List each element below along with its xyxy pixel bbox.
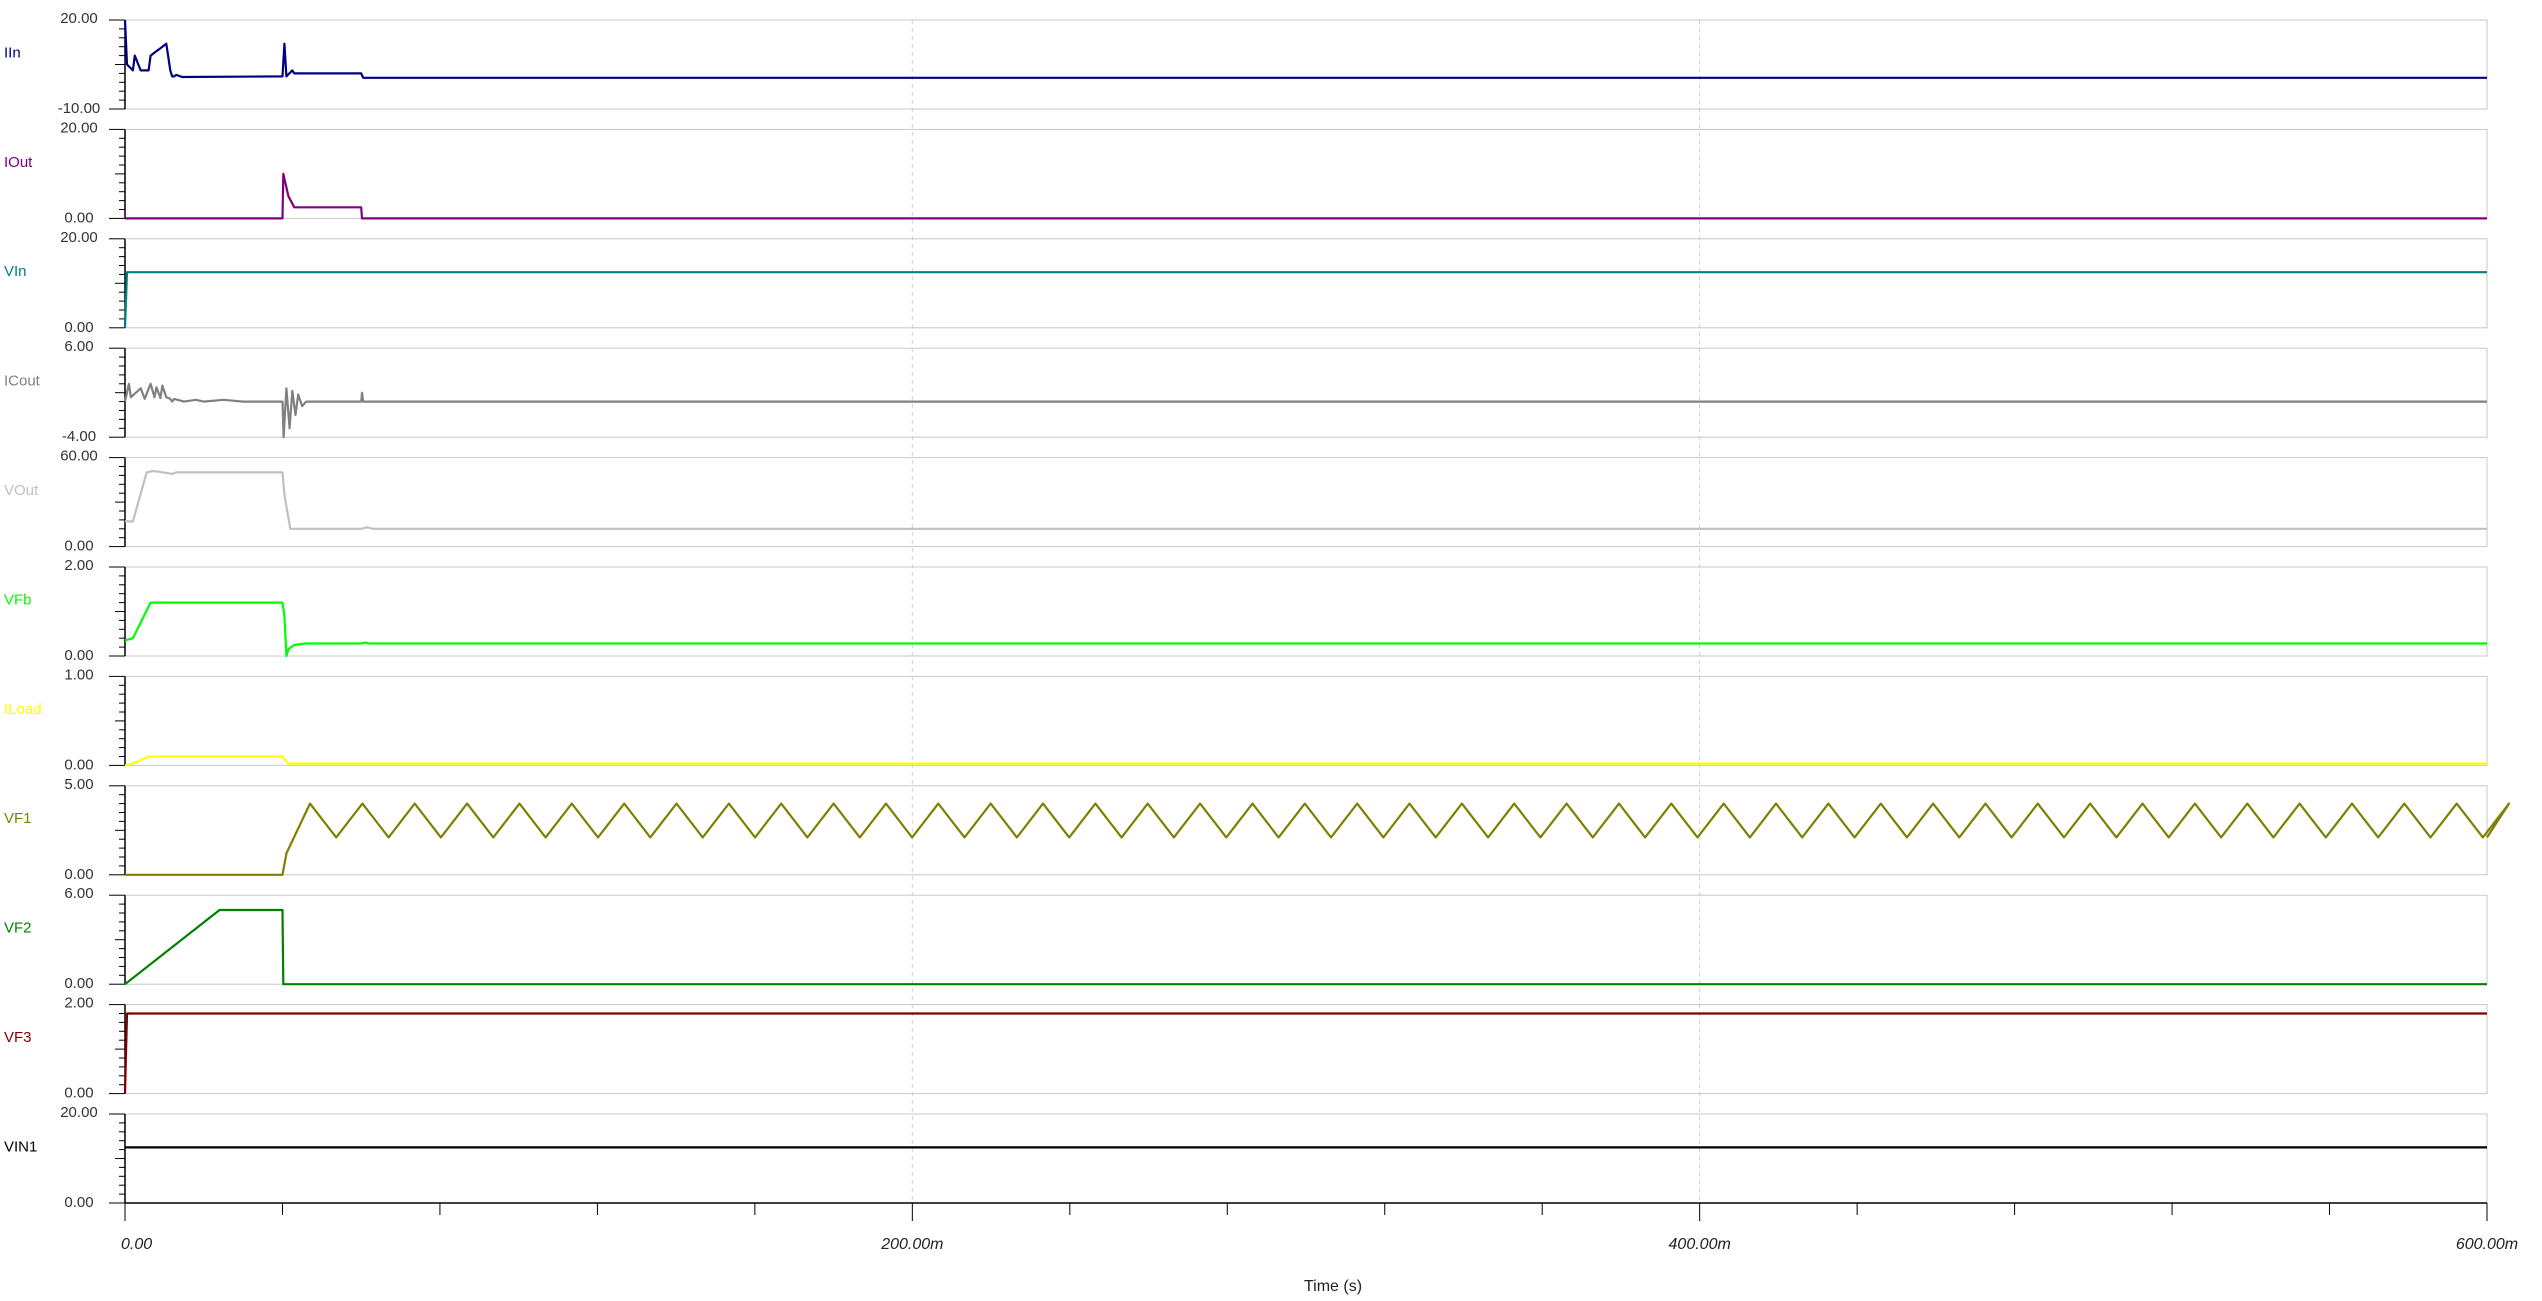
- y-tick-label-min: -10.00: [58, 100, 101, 117]
- panel-frame: [124, 1004, 2488, 1095]
- y-tick-label-min: 0.00: [64, 866, 93, 883]
- panel-vf2: 6.00 0.00 VF2: [4, 885, 2488, 992]
- series-line-vfb: [124, 601, 2487, 658]
- y-tick-label-min: 0.00: [64, 538, 93, 555]
- panel-vout: 60.00 0.00 VOut: [4, 448, 2488, 555]
- y-tick-label-min: 0.00: [64, 209, 93, 226]
- y-tick-label-max: 2.00: [64, 557, 93, 574]
- y-tick-label-min: 0.00: [64, 1085, 93, 1102]
- y-tick-label-min: 0.00: [64, 1194, 93, 1211]
- series-line-vout: [125, 469, 2487, 530]
- panel-iin: 20.00 -10.00 IIn: [4, 10, 2488, 117]
- panel-vf3: 2.00 0.00 VF3: [4, 995, 2488, 1102]
- x-tick-label: 600.00m: [2456, 1236, 2518, 1253]
- series-name-vout: VOut: [4, 482, 39, 499]
- x-tick-label: 400.00m: [1669, 1236, 1731, 1253]
- series-line-vf2: [124, 908, 2487, 986]
- series-name-icout: ICout: [4, 373, 41, 390]
- series-line-vf1: [125, 802, 2511, 876]
- y-tick-label-max: 6.00: [64, 885, 93, 902]
- series-line-iload: [124, 755, 2487, 767]
- x-axis-label: Time (s): [1304, 1278, 1362, 1295]
- series-name-vin: VIn: [4, 263, 27, 280]
- x-tick-label: 0.00: [121, 1236, 152, 1253]
- series-name-vf2: VF2: [4, 920, 32, 937]
- series-line-icout: [123, 382, 2487, 439]
- panel-icout: 6.00 -4.00 ICout: [4, 338, 2488, 445]
- panel-frame: [124, 675, 2488, 766]
- panel-frame: [124, 238, 2488, 329]
- transient-waveform-plot: 20.00 -10.00 IIn 20.00 0.00 IOut 20.00 0.00 VIn 6…: [4, 10, 2518, 1295]
- series-name-vin1: VIN1: [4, 1138, 37, 1155]
- y-tick-label-min: 0.00: [64, 975, 93, 992]
- y-tick-label-max: 1.00: [64, 666, 93, 683]
- panel-frame: [124, 19, 2488, 110]
- series-name-vfb: VFb: [4, 591, 32, 608]
- series-name-iout: IOut: [4, 154, 33, 171]
- series-name-iin: IIn: [4, 44, 21, 61]
- series-line-iin: [123, 19, 2487, 79]
- series-name-vf3: VF3: [4, 1029, 32, 1046]
- y-tick-label-max: 2.00: [64, 995, 93, 1012]
- panel-frame: [124, 894, 2488, 985]
- series-line-iout: [125, 172, 2487, 220]
- y-tick-label-max: 6.00: [64, 338, 93, 355]
- y-tick-label-min: -4.00: [62, 428, 96, 445]
- vertical-grid: [911, 20, 1701, 1203]
- series-name-iload: ILoad: [4, 701, 42, 718]
- panel-frame: [124, 347, 2488, 438]
- panel-frame: [124, 457, 2488, 548]
- y-tick-label-max: 5.00: [64, 776, 93, 793]
- panel-vfb: 2.00 0.00 VFb: [4, 557, 2488, 664]
- y-tick-label-max: 20.00: [60, 1104, 98, 1121]
- waveform-panels: 20.00 -10.00 IIn 20.00 0.00 IOut 20.00 0.00 VIn 6…: [4, 10, 2511, 1211]
- panel-iout: 20.00 0.00 IOut: [4, 119, 2488, 226]
- series-name-vf1: VF1: [4, 810, 32, 827]
- panel-frame: [124, 128, 2488, 219]
- y-tick-label-max: 60.00: [60, 448, 98, 465]
- series-line-vf3: [123, 1012, 2487, 1094]
- y-tick-label-max: 20.00: [60, 119, 98, 136]
- panel-frame: [124, 1113, 2488, 1204]
- y-tick-label-min: 0.00: [64, 756, 93, 773]
- y-tick-label-min: 0.00: [64, 319, 93, 336]
- y-tick-label-max: 20.00: [60, 10, 98, 27]
- y-tick-label-min: 0.00: [64, 647, 93, 664]
- x-axis: 0.00 200.00m 400.00m 600.00m: [121, 1202, 2518, 1253]
- panel-vin: 20.00 0.00 VIn: [4, 229, 2488, 336]
- y-tick-label-max: 20.00: [60, 229, 98, 246]
- panel-vf1: 5.00 0.00 VF1: [4, 776, 2511, 883]
- panel-vin1: 20.00 0.00 VIN1: [4, 1104, 2488, 1211]
- panel-iload: 1.00 0.00 ILoad: [4, 666, 2488, 773]
- panel-frame: [124, 785, 2488, 876]
- series-line-vin: [123, 271, 2487, 328]
- x-tick-label: 200.00m: [880, 1236, 943, 1253]
